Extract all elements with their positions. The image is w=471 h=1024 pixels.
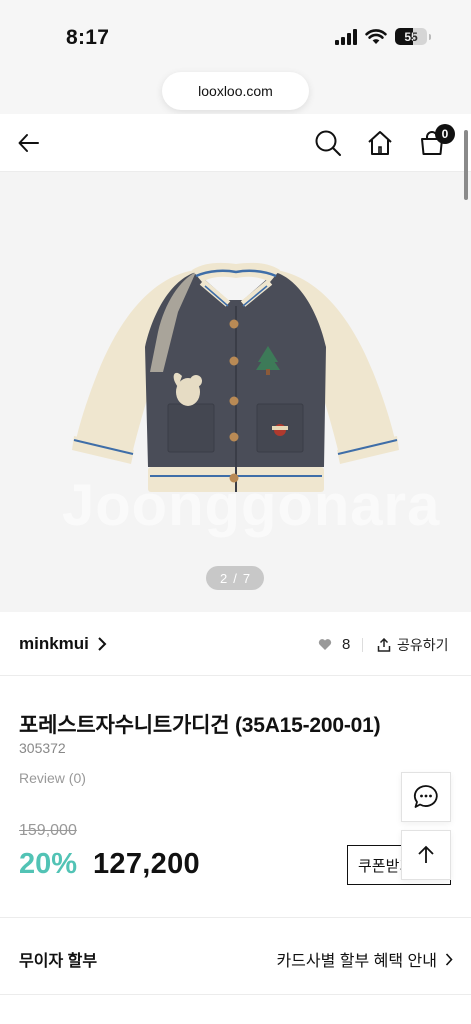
heart-icon xyxy=(318,639,332,650)
product-code: 305372 xyxy=(19,740,66,756)
chat-button[interactable] xyxy=(401,772,451,822)
home-icon xyxy=(368,131,392,155)
product-title: 포레스트자수니트가디건 (35A15-200-01) xyxy=(19,714,381,737)
chevron-right-icon xyxy=(445,952,453,966)
app-header: 0 xyxy=(0,114,471,172)
pager-total: 7 xyxy=(242,570,251,586)
brand-name: minkmui xyxy=(19,634,89,653)
status-icons: 55 xyxy=(335,28,431,45)
original-price: 159,000 xyxy=(19,822,77,839)
product-image-cardigan xyxy=(72,262,399,492)
brand-link[interactable]: minkmui xyxy=(19,634,107,654)
status-time: 8:17 xyxy=(66,26,110,49)
sale-price: 127,200 xyxy=(93,848,200,880)
browser-url-area: looxloo.com xyxy=(0,64,471,114)
review-link[interactable]: Review (0) xyxy=(19,770,86,786)
battery-percent: 55 xyxy=(404,29,418,44)
cellular-signal-icon xyxy=(335,28,357,45)
chevron-right-icon xyxy=(98,637,107,651)
status-bar: 8:17 55 xyxy=(0,0,471,64)
share-icon xyxy=(377,638,391,652)
cart-button[interactable]: 0 xyxy=(411,122,455,164)
share-label: 공유하기 xyxy=(397,637,449,653)
installment-link-text: 카드사별 할부 혜택 안내 xyxy=(276,953,437,970)
divider xyxy=(362,638,363,652)
like-button[interactable]: 8 xyxy=(318,636,350,653)
battery-icon: 55 xyxy=(395,28,427,45)
pager-current: 2 xyxy=(219,570,228,586)
search-button[interactable] xyxy=(307,122,349,164)
wifi-icon xyxy=(365,28,387,44)
installment-label: 무이자 할부 xyxy=(19,953,98,970)
back-button[interactable] xyxy=(8,122,50,164)
installment-info-link[interactable]: 카드사별 할부 혜택 안내 xyxy=(276,947,453,971)
installment-row[interactable]: 무이자 할부 카드사별 할부 혜택 안내 xyxy=(0,917,471,995)
image-pager: 2 / 7 xyxy=(206,566,264,590)
product-image-gallery[interactable]: Joonggonara 2 / 7 xyxy=(0,172,471,612)
cart-count-badge: 0 xyxy=(435,124,455,144)
brand-row: minkmui 8 공유하기 xyxy=(0,612,471,676)
share-button[interactable]: 공유하기 xyxy=(377,635,449,655)
scrollbar[interactable] xyxy=(464,130,468,200)
chat-bubble-icon xyxy=(413,785,438,808)
scroll-top-button[interactable] xyxy=(401,830,451,880)
search-icon xyxy=(315,130,341,156)
back-arrow-icon xyxy=(18,134,39,152)
image-watermark: Joonggonara xyxy=(62,473,441,538)
discount-rate: 20% xyxy=(19,848,78,880)
like-count: 8 xyxy=(342,636,351,653)
home-button[interactable] xyxy=(359,122,401,164)
url-bar[interactable]: looxloo.com xyxy=(162,72,309,110)
arrow-up-icon xyxy=(418,845,434,863)
pager-separator: / xyxy=(233,570,237,586)
